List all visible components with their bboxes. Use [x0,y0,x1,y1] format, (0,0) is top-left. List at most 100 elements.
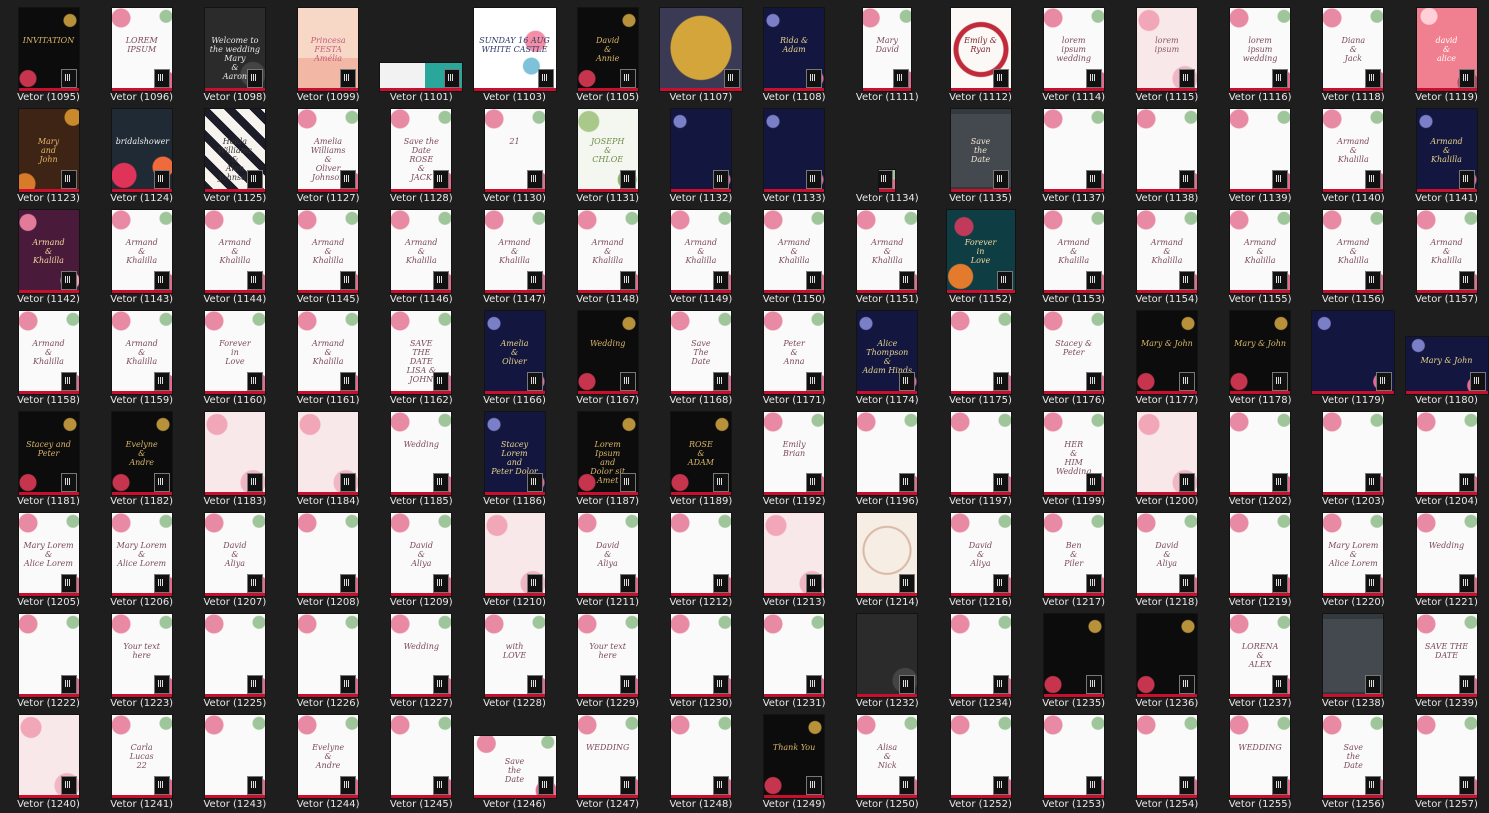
file-name-label[interactable]: Vetor (1180) [1400,394,1489,408]
file-thumbnail[interactable]: Armand & Khalilla [1416,210,1477,293]
file-name-label[interactable]: Vetor (1155) [1214,293,1307,307]
file-name-label[interactable]: Vetor (1249) [748,798,841,812]
file-thumbnail-area[interactable] [1214,510,1307,596]
file-name-label[interactable]: Vetor (1253) [1027,798,1120,812]
file-item[interactable]: Vetor (1254) [1120,712,1213,813]
file-item[interactable]: Save the Date Vetor (1246) [468,712,561,813]
file-item[interactable]: Your text here Vetor (1223) [95,611,188,712]
file-item[interactable]: Armand & Khalilla Vetor (1146) [375,207,468,308]
file-thumbnail[interactable]: Your text here [577,614,638,697]
file-thumbnail-area[interactable]: Save the Date ROSE & JACK [375,106,468,192]
file-item[interactable]: SAVE THE DATE Vetor (1239) [1400,611,1489,712]
file-item[interactable]: Vetor (1213) [748,510,841,611]
file-name-label[interactable]: Vetor (1141) [1400,192,1489,206]
file-thumbnail[interactable]: Save the Date ROSE & JACK [391,109,452,192]
file-thumbnail[interactable]: Welcome to the wedding Mary & Aaron [204,8,265,91]
file-name-label[interactable]: Vetor (1252) [934,798,1027,812]
file-item[interactable]: Vetor (1235) [1027,611,1120,712]
file-item[interactable]: Vetor (1175) [934,308,1027,409]
file-name-label[interactable]: Vetor (1216) [934,596,1027,610]
file-thumbnail[interactable] [1136,412,1197,495]
file-name-label[interactable]: Vetor (1154) [1120,293,1213,307]
file-thumbnail-area[interactable]: Ben & Piler [1027,510,1120,596]
file-thumbnail-area[interactable] [2,712,95,798]
file-name-label[interactable]: Vetor (1245) [375,798,468,812]
file-thumbnail[interactable]: Peter & Anna [764,311,825,394]
file-item[interactable]: Armand & Khalilla Vetor (1149) [654,207,747,308]
file-name-label[interactable]: Vetor (1202) [1214,495,1307,509]
file-thumbnail[interactable]: Evelyne & Andre [298,715,359,798]
file-name-label[interactable]: Vetor (1234) [934,697,1027,711]
file-name-label[interactable]: Vetor (1239) [1400,697,1489,711]
file-thumbnail[interactable]: Save the Date [950,109,1011,192]
file-name-label[interactable]: Vetor (1112) [934,91,1027,105]
file-thumbnail-area[interactable] [282,510,375,596]
file-item[interactable]: Emily & Ryan Vetor (1112) [934,5,1027,106]
file-thumbnail-area[interactable] [375,712,468,798]
file-thumbnail-area[interactable]: Wedding [561,308,654,394]
file-thumbnail[interactable] [950,311,1011,394]
file-name-label[interactable]: Vetor (1238) [1307,697,1400,711]
file-item[interactable]: LORENA & ALEX Vetor (1237) [1214,611,1307,712]
file-item[interactable]: Save the Date Vetor (1256) [1307,712,1400,813]
file-name-label[interactable]: Vetor (1232) [841,697,934,711]
file-thumbnail[interactable]: Armand & Khalilla [484,210,545,293]
file-thumbnail[interactable] [1416,412,1477,495]
file-name-label[interactable]: Vetor (1189) [654,495,747,509]
file-thumbnail-area[interactable] [1027,106,1120,192]
file-name-label[interactable]: Vetor (1148) [561,293,654,307]
file-thumbnail[interactable] [764,513,825,596]
file-item[interactable]: Armand & Khalilla Vetor (1147) [468,207,561,308]
file-item[interactable]: Wedding Vetor (1227) [375,611,468,712]
file-name-label[interactable]: Vetor (1145) [282,293,375,307]
file-thumbnail-area[interactable]: WEDDING [561,712,654,798]
file-thumbnail[interactable] [204,614,265,697]
file-item[interactable]: JOSEPH & CHLOE Vetor (1131) [561,106,654,207]
file-item[interactable]: Stacey and Peter Vetor (1181) [2,409,95,510]
file-name-label[interactable]: Vetor (1223) [95,697,188,711]
file-thumbnail[interactable]: Emily Brian [764,412,825,495]
file-item[interactable]: Vetor (1240) [2,712,95,813]
file-thumbnail-area[interactable]: Armand & Khalilla [188,207,281,293]
file-name-label[interactable]: Vetor (1247) [561,798,654,812]
file-thumbnail-area[interactable]: Forever in Love [934,207,1027,293]
file-thumbnail[interactable]: Your text here [111,614,172,697]
file-thumbnail[interactable]: David & Aliya [204,513,265,596]
file-item[interactable]: Armand & Khalilla Vetor (1143) [95,207,188,308]
file-item[interactable]: David & Aliya Vetor (1218) [1120,510,1213,611]
file-thumbnail-area[interactable]: lorem ipsum [1120,5,1213,91]
file-thumbnail[interactable]: Armand & Khalilla [18,311,79,394]
file-name-label[interactable]: Vetor (1174) [841,394,934,408]
file-thumbnail[interactable] [1136,614,1197,697]
file-item[interactable]: Welcome to the wedding Mary & Aaron Vetor… [188,5,281,106]
file-thumbnail[interactable]: Emily & Ryan [950,8,1011,91]
file-thumbnail[interactable]: lorem ipsum wedding [1043,8,1104,91]
file-item[interactable]: Mary Lorem & Alice Lorem Vetor (1206) [95,510,188,611]
file-thumbnail[interactable] [204,715,265,798]
file-thumbnail-area[interactable]: David & Aliya [934,510,1027,596]
file-thumbnail-area[interactable] [188,611,281,697]
file-thumbnail[interactable]: with LOVE [484,614,545,697]
file-item[interactable]: Vetor (1107) [654,5,747,106]
file-name-label[interactable]: Vetor (1150) [748,293,841,307]
file-thumbnail-area[interactable] [1214,106,1307,192]
file-thumbnail-area[interactable] [654,5,747,91]
file-thumbnail-area[interactable]: Wedding [375,611,468,697]
file-name-label[interactable]: Vetor (1211) [561,596,654,610]
file-thumbnail-area[interactable] [934,712,1027,798]
file-item[interactable]: Wedding Vetor (1167) [561,308,654,409]
file-name-label[interactable]: Vetor (1149) [654,293,747,307]
file-item[interactable]: Vetor (1219) [1214,510,1307,611]
file-name-label[interactable]: Vetor (1146) [375,293,468,307]
file-thumbnail-area[interactable] [1027,712,1120,798]
file-name-label[interactable]: Vetor (1244) [282,798,375,812]
file-item[interactable]: Stacey & Peter Vetor (1176) [1027,308,1120,409]
file-thumbnail-area[interactable]: David & Aliya [1120,510,1213,596]
file-name-label[interactable]: Vetor (1171) [748,394,841,408]
file-thumbnail[interactable]: David & Aliya [950,513,1011,596]
file-thumbnail-area[interactable]: Armand & Khalilla [841,207,934,293]
file-name-label[interactable]: Vetor (1196) [841,495,934,509]
file-item[interactable]: ROSE & ADAM Vetor (1189) [654,409,747,510]
file-item[interactable]: Armand & Khalilla Vetor (1156) [1307,207,1400,308]
file-thumbnail-area[interactable]: Wedding [1400,510,1489,596]
